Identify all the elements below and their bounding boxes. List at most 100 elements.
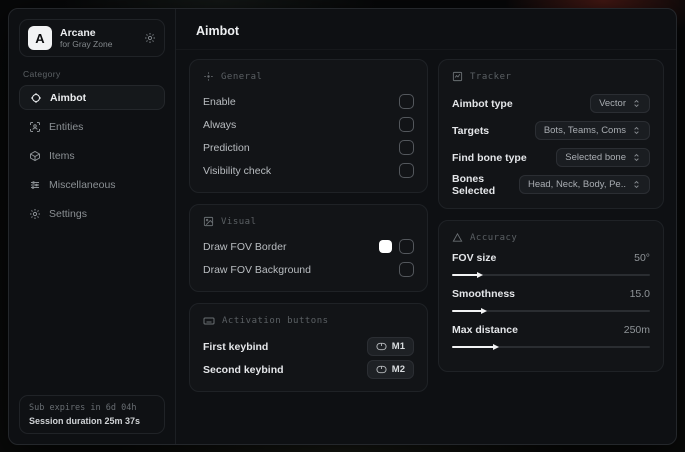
select-value: Selected bone [565, 152, 626, 163]
enable-checkbox[interactable] [399, 94, 414, 109]
activation-row-first-keybind: First keybind M1 [203, 336, 414, 357]
aimbot-type-select[interactable]: Vector [590, 94, 650, 113]
visual-card: Visual Draw FOV Border Draw FOV Backgrou… [189, 204, 428, 292]
sidebar-item-items[interactable]: Items [19, 143, 165, 168]
app-logo-card: A Arcane for Gray Zone [19, 19, 165, 57]
category-label: Category [23, 69, 61, 79]
game-background: A Arcane for Gray Zone Category Aimbot E… [0, 0, 685, 452]
general-section-header: General [203, 71, 414, 82]
cheat-menu-window: A Arcane for Gray Zone Category Aimbot E… [8, 8, 677, 445]
sliders-icon [28, 179, 41, 191]
content-grid: General Enable Always Prediction Visibil… [176, 50, 676, 444]
accuracy-row-smoothness: Smoothness 15.0 [452, 288, 650, 315]
sidebar-item-label: Aimbot [50, 91, 87, 104]
tracker-row-targets: Targets Bots, Teams, Coms [452, 118, 650, 143]
slider-value: 250m [623, 324, 650, 336]
activation-section-header: Activation buttons [203, 315, 414, 327]
row-label: Aimbot type [452, 97, 513, 110]
row-label: Visibility check [203, 164, 272, 177]
bones-selected-select[interactable]: Head, Neck, Body, Pe.. [518, 175, 650, 194]
slider-fill [452, 273, 478, 277]
row-label: Draw FOV Background [203, 263, 311, 276]
image-icon [203, 216, 214, 227]
fov-background-checkbox[interactable] [399, 262, 414, 277]
targets-select[interactable]: Bots, Teams, Coms [534, 121, 650, 140]
general-row-visibility-check: Visibility check [203, 160, 414, 181]
chevrons-up-down-icon [634, 153, 639, 162]
general-row-enable: Enable [203, 91, 414, 112]
sidebar-item-aimbot[interactable]: Aimbot [19, 85, 165, 110]
sidebar-item-settings[interactable]: Settings [19, 201, 165, 226]
sidebar-item-miscellaneous[interactable]: Miscellaneous [19, 172, 165, 197]
accuracy-section-header: Accuracy [452, 232, 650, 243]
row-label: Smoothness [452, 288, 516, 300]
main-panel: Aimbot General Enable Always Prediction … [176, 9, 676, 444]
visual-row-fov-border: Draw FOV Border [203, 236, 414, 257]
section-title: Visual [221, 216, 257, 227]
visibility-check-checkbox[interactable] [399, 163, 414, 178]
max-distance-slider[interactable] [452, 343, 650, 351]
row-label: Targets [452, 124, 490, 137]
gear-icon [28, 208, 41, 220]
section-title: Activation buttons [222, 316, 329, 326]
sidebar-item-label: Entities [49, 120, 84, 133]
fov-size-slider[interactable] [452, 271, 650, 279]
row-label: Find bone type [452, 151, 527, 164]
crosshair-dotted-icon [204, 72, 213, 81]
first-keybind-button[interactable]: M1 [366, 337, 414, 356]
mouse-icon [376, 342, 387, 351]
slider-fill [452, 345, 494, 349]
tracker-card: Tracker Aimbot type Vector Targets Bots,… [438, 59, 664, 209]
chevrons-up-down-icon [634, 99, 639, 108]
row-label: Always [203, 118, 237, 131]
tracker-section-header: Tracker [452, 71, 650, 82]
select-value: Bots, Teams, Coms [543, 125, 626, 136]
section-title: Tracker [470, 71, 512, 82]
smoothness-slider[interactable] [452, 307, 650, 315]
tracker-row-bones-selected: Bones Selected Head, Neck, Body, Pe.. [452, 172, 650, 197]
logo-letter: A [35, 30, 45, 46]
fov-border-checkbox[interactable] [399, 239, 414, 254]
chevrons-up-down-icon [634, 180, 639, 189]
section-title: General [221, 71, 263, 82]
row-label: Max distance [452, 324, 518, 336]
sidebar-item-label: Miscellaneous [49, 178, 116, 191]
select-value: Head, Neck, Body, Pe.. [527, 179, 626, 190]
right-column: Tracker Aimbot type Vector Targets Bots,… [438, 59, 664, 392]
crosshair-icon [29, 92, 42, 104]
accuracy-card: Accuracy FOV size 50° Smoothness 15.0 Ma… [438, 220, 664, 372]
app-title: Arcane [60, 26, 96, 39]
mouse-icon [376, 365, 387, 374]
app-logo: A [28, 26, 52, 50]
triangle-icon [452, 232, 463, 242]
general-row-prediction: Prediction [203, 137, 414, 158]
sidebar: A Arcane for Gray Zone Category Aimbot E… [9, 9, 176, 444]
prediction-checkbox[interactable] [399, 140, 414, 155]
sidebar-nav: Aimbot Entities Items Miscellaneous Sett… [19, 85, 165, 226]
box-icon [28, 150, 41, 162]
chevrons-up-down-icon [634, 126, 639, 135]
sub-expires-text: Sub expires in 6d 04h [29, 403, 137, 413]
sidebar-item-label: Settings [49, 207, 87, 220]
always-checkbox[interactable] [399, 117, 414, 132]
activation-card: Activation buttons First keybind M1 Seco… [189, 303, 428, 392]
row-label: Bones Selected [452, 172, 496, 197]
slider-value: 15.0 [629, 288, 650, 300]
second-keybind-button[interactable]: M2 [366, 360, 414, 379]
general-card: General Enable Always Prediction Visibil… [189, 59, 428, 193]
activity-icon [452, 71, 463, 82]
settings-gear-icon[interactable] [144, 32, 156, 44]
visual-row-fov-background: Draw FOV Background [203, 259, 414, 280]
row-label: First keybind [203, 340, 269, 353]
entities-icon [28, 121, 41, 133]
activation-row-second-keybind: Second keybind M2 [203, 359, 414, 380]
app-subtitle: for Gray Zone [60, 38, 113, 49]
tracker-row-aimbot-type: Aimbot type Vector [452, 91, 650, 116]
tracker-row-find-bone-type: Find bone type Selected bone [452, 145, 650, 170]
general-row-always: Always [203, 114, 414, 135]
fov-border-color-swatch[interactable] [379, 240, 392, 253]
subscription-card: Sub expires in 6d 04h Session duration 2… [19, 395, 165, 434]
find-bone-type-select[interactable]: Selected bone [556, 148, 650, 167]
sidebar-item-entities[interactable]: Entities [19, 114, 165, 139]
keybind-value: M2 [391, 364, 405, 375]
